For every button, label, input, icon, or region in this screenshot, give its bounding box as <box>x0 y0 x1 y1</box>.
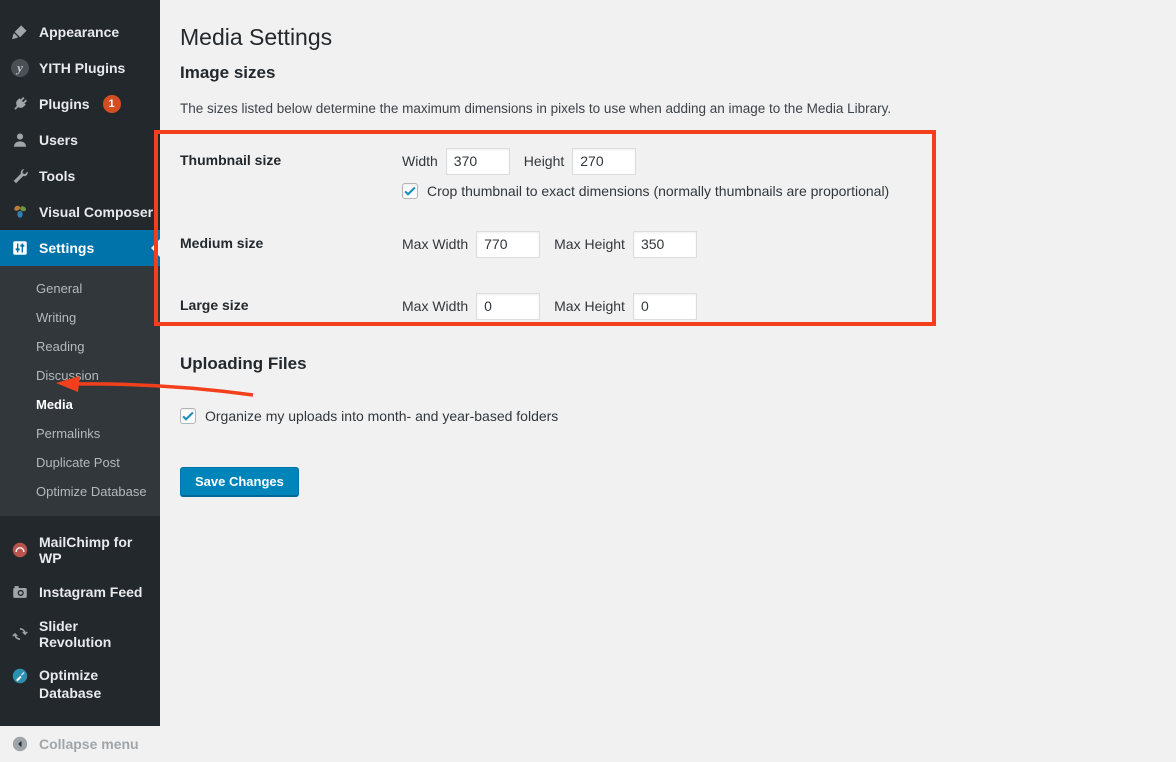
collapse-menu-button[interactable]: Collapse menu <box>0 726 160 762</box>
save-changes-button[interactable]: Save Changes <box>180 467 299 496</box>
large-max-width-label: Max Width <box>402 298 468 314</box>
large-max-height-label: Max Height <box>554 298 625 314</box>
submenu-item-general[interactable]: General <box>0 274 160 303</box>
thumbnail-height-input[interactable] <box>572 148 636 175</box>
sidebar-item-visual-composer[interactable]: Visual Composer <box>0 194 160 230</box>
medium-size-row: Medium size Max Width Max Height <box>180 230 1156 258</box>
sidebar-item-yith-plugins[interactable]: y YITH Plugins <box>0 50 160 86</box>
large-max-width-input[interactable] <box>476 293 540 320</box>
crop-thumbnail-checkbox[interactable] <box>402 183 418 199</box>
sidebar-item-appearance[interactable]: Appearance <box>0 14 160 50</box>
medium-max-width-input[interactable] <box>476 231 540 258</box>
submenu-item-media[interactable]: Media <box>0 390 160 419</box>
plugin-icon <box>10 94 30 114</box>
sidebar-item-label: Settings <box>39 240 94 256</box>
sidebar-item-label: Plugins <box>39 96 90 112</box>
submenu-item-permalinks[interactable]: Permalinks <box>0 419 160 448</box>
large-size-row: Large size Max Width Max Height <box>180 292 1156 320</box>
sidebar-item-label: YITH Plugins <box>39 60 125 76</box>
large-max-height-input[interactable] <box>633 293 697 320</box>
submenu-item-discussion[interactable]: Discussion <box>0 361 160 390</box>
sidebar-item-slider-revolution[interactable]: Slider Revolution <box>0 610 160 658</box>
admin-sidebar: Appearance y YITH Plugins Plugins 1 User… <box>0 0 160 726</box>
wordpress-admin-page: Appearance y YITH Plugins Plugins 1 User… <box>0 0 1176 726</box>
sidebar-item-tools[interactable]: Tools <box>0 158 160 194</box>
image-sizes-description: The sizes listed below determine the max… <box>180 100 1156 117</box>
thumbnail-width-label: Width <box>402 153 438 169</box>
medium-max-height-input[interactable] <box>633 231 697 258</box>
thumbnail-height-label: Height <box>524 153 564 169</box>
users-icon <box>10 130 30 150</box>
thumbnail-width-input[interactable] <box>446 148 510 175</box>
medium-max-height-label: Max Height <box>554 236 625 252</box>
sidebar-item-label: Appearance <box>39 24 119 40</box>
image-sizes-heading: Image sizes <box>180 64 1156 82</box>
sidebar-item-label: Slider Revolution <box>39 618 154 650</box>
sidebar-item-users[interactable]: Users <box>0 122 160 158</box>
sidebar-item-label: Tools <box>39 168 75 184</box>
sidebar-item-label: Users <box>39 132 78 148</box>
settings-content: Media Settings Image sizes The sizes lis… <box>160 0 1176 726</box>
page-title: Media Settings <box>180 24 1156 50</box>
medium-size-label: Medium size <box>180 230 402 258</box>
thumbnail-size-row: Thumbnail size Width Height Crop thumbna… <box>180 147 1156 201</box>
sidebar-item-mailchimp[interactable]: MailChimp for WP <box>0 526 160 574</box>
crop-thumbnail-label: Crop thumbnail to exact dimensions (norm… <box>427 183 889 199</box>
brush-icon <box>10 22 30 42</box>
uploading-files-heading: Uploading Files <box>180 355 1156 373</box>
broom-icon <box>10 666 30 686</box>
mailchimp-icon <box>10 540 30 560</box>
sidebar-item-optimize-database-plugin[interactable]: Optimize Database <box>0 658 120 710</box>
submenu-item-writing[interactable]: Writing <box>0 303 160 332</box>
wrench-icon <box>10 166 30 186</box>
organize-uploads-checkbox[interactable] <box>180 408 196 424</box>
sidebar-item-label: MailChimp for WP <box>39 534 154 566</box>
thumbnail-size-label: Thumbnail size <box>180 147 402 201</box>
submenu-item-reading[interactable]: Reading <box>0 332 160 361</box>
sidebar-item-plugins[interactable]: Plugins 1 <box>0 86 160 122</box>
large-size-label: Large size <box>180 292 402 320</box>
submenu-item-duplicate-post[interactable]: Duplicate Post <box>0 448 160 477</box>
sidebar-item-label: Visual Composer <box>39 204 153 220</box>
organize-uploads-label: Organize my uploads into month- and year… <box>205 408 558 424</box>
checkmark-icon <box>181 409 195 423</box>
settings-submenu: General Writing Reading Discussion Media… <box>0 266 160 516</box>
medium-max-width-label: Max Width <box>402 236 468 252</box>
submenu-item-optimize-database[interactable]: Optimize Database <box>0 477 160 506</box>
sidebar-item-instagram-feed[interactable]: Instagram Feed <box>0 574 160 610</box>
sidebar-item-label: Optimize Database <box>39 666 114 702</box>
camera-icon <box>10 582 30 602</box>
collapse-menu-label: Collapse menu <box>39 736 139 752</box>
refresh-arrows-icon <box>10 624 30 644</box>
sidebar-item-label: Instagram Feed <box>39 584 142 600</box>
plugins-update-badge: 1 <box>103 95 121 113</box>
collapse-arrow-icon <box>10 734 30 754</box>
yith-icon: y <box>10 58 30 78</box>
sidebar-item-settings[interactable]: Settings <box>0 230 160 266</box>
visual-composer-icon <box>10 202 30 222</box>
organize-uploads-row: Organize my uploads into month- and year… <box>180 408 1156 424</box>
settings-sliders-icon <box>10 238 30 258</box>
checkmark-icon <box>403 184 417 198</box>
